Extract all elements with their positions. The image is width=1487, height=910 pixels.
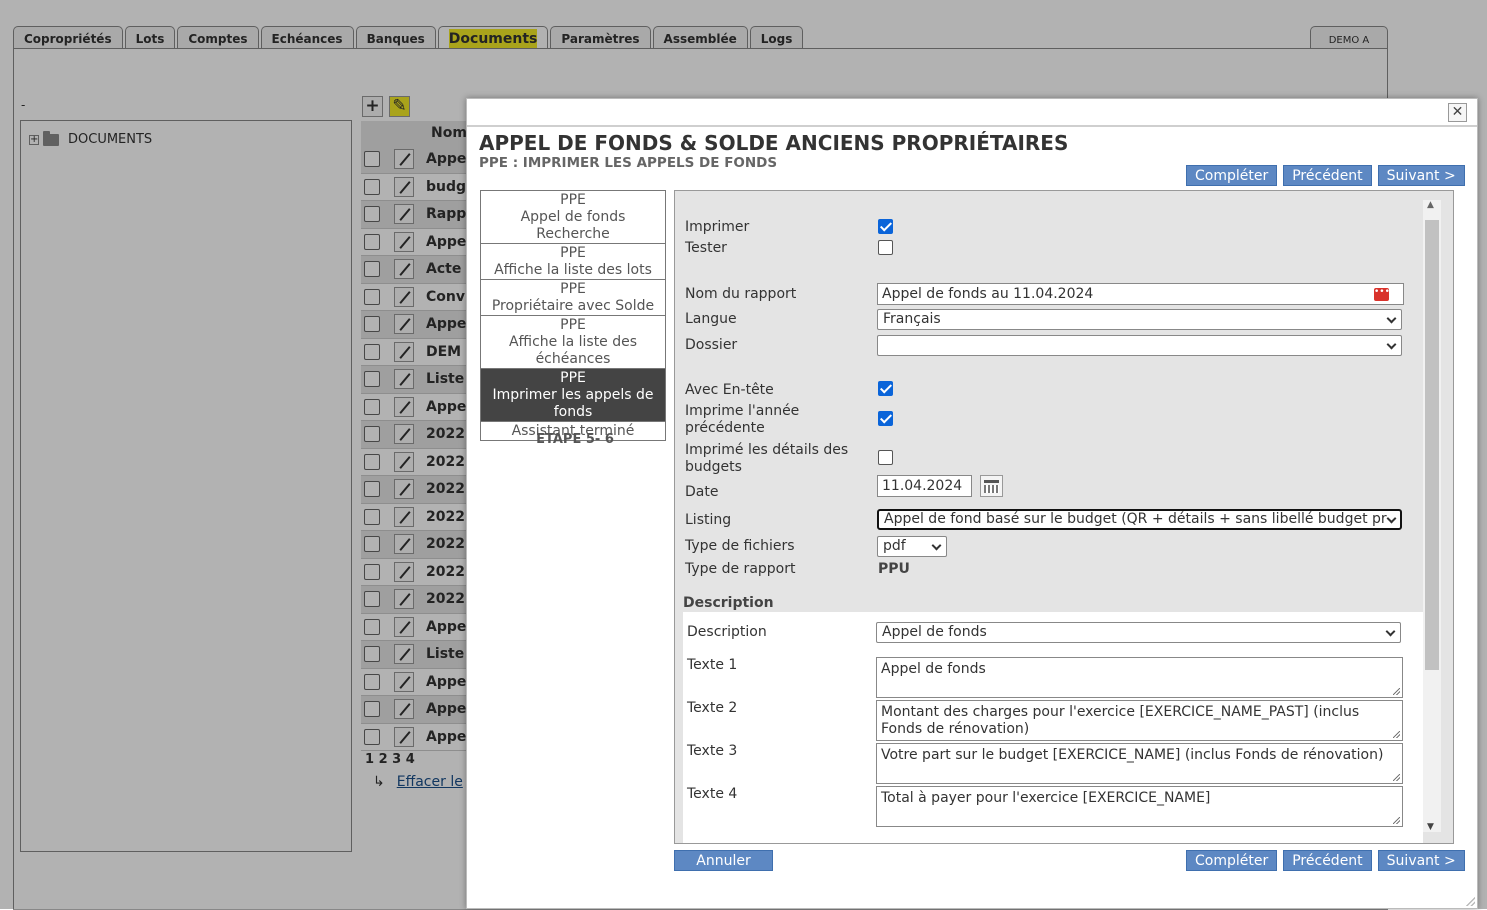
listing-select[interactable]: Appel de fond basé sur le budget (QR + d…: [877, 509, 1402, 530]
resize-grip-icon[interactable]: [1466, 897, 1475, 906]
description-select[interactable]: Appel de fonds: [876, 622, 1401, 643]
text1-label: Texte 1: [687, 657, 738, 673]
language-select[interactable]: Français: [877, 309, 1402, 330]
text1-textarea[interactable]: Appel de fonds: [876, 657, 1403, 698]
step-title: Affiche la liste des lots: [494, 262, 652, 278]
text3-textarea[interactable]: Votre part sur le budget [EXERCICE_NAME]…: [876, 743, 1403, 784]
chevron-down-icon: [1386, 339, 1397, 350]
chevron-down-icon: [1386, 513, 1397, 524]
form-panel: Imprimer Tester Nom du rapport Appel de …: [674, 190, 1454, 844]
print-checkbox[interactable]: [878, 219, 893, 234]
next-button[interactable]: Suivant >: [1377, 850, 1465, 871]
prev-year-label: Imprime l'année précédente: [685, 403, 800, 436]
date-input[interactable]: 11.04.2024: [877, 475, 972, 497]
budget-details-checkbox[interactable]: [878, 450, 893, 465]
chevron-down-icon: [931, 540, 942, 551]
step-category: PPE: [560, 317, 586, 333]
previous-button[interactable]: Précédent: [1283, 850, 1372, 871]
chevron-down-icon: [1386, 313, 1397, 324]
complete-button[interactable]: Compléter: [1186, 165, 1278, 186]
dialog-title: APPEL DE FONDS & SOLDE ANCIENS PROPRIÉTA…: [479, 131, 1069, 155]
print-label: Imprimer: [685, 219, 750, 235]
wizard-buttons-top: Compléter Précédent Suivant >: [1186, 165, 1465, 186]
step-title: Imprimer les appels de fonds: [492, 387, 654, 420]
report-type-label: Type de rapport: [685, 561, 796, 577]
budget-details-label: Imprimé les détails des budgets: [685, 442, 849, 475]
folder-label: Dossier: [685, 337, 738, 353]
text-picker-icon[interactable]: •••: [1374, 288, 1390, 301]
text4-label: Texte 4: [687, 786, 738, 802]
test-label: Tester: [685, 240, 727, 256]
scrollbar-thumb[interactable]: [1425, 220, 1439, 670]
wizard-buttons-bottom: Compléter Précédent Suivant >: [1186, 850, 1465, 871]
step-counter: ETAPE 5- 6: [536, 432, 614, 447]
scroll-down-icon[interactable]: ▼: [1427, 822, 1434, 832]
step-4[interactable]: PPE Affiche la liste des échéances: [481, 315, 665, 368]
complete-button[interactable]: Compléter: [1186, 850, 1278, 871]
test-checkbox[interactable]: [878, 240, 893, 255]
language-value: Français: [883, 311, 941, 327]
listing-label: Listing: [685, 512, 732, 528]
step-category: PPE: [560, 281, 586, 297]
prev-year-checkbox[interactable]: [878, 411, 893, 426]
description-section-title: Description: [683, 595, 774, 611]
step-category: PPE: [560, 192, 586, 208]
header-label: Avec En-tête: [685, 382, 774, 398]
step-category: PPE: [560, 370, 586, 386]
language-label: Langue: [685, 311, 737, 327]
close-button[interactable]: ✕: [1448, 103, 1467, 122]
file-type-select[interactable]: pdf: [877, 536, 947, 557]
step-title: Appel de fonds Recherche: [520, 209, 626, 242]
folder-select[interactable]: [877, 335, 1402, 356]
dialog-subtitle: PPE : IMPRIMER LES APPELS DE FONDS: [479, 155, 778, 171]
wizard-steps: PPE Appel de fonds Recherche PPE Affiche l…: [480, 190, 666, 441]
description-value: Appel de fonds: [882, 624, 987, 640]
text2-label: Texte 2: [687, 700, 738, 716]
calendar-icon[interactable]: [980, 475, 1003, 497]
step-category: PPE: [560, 245, 586, 261]
file-type-label: Type de fichiers: [685, 538, 795, 554]
wizard-dialog: ✕ APPEL DE FONDS & SOLDE ANCIENS PROPRIÉ…: [466, 98, 1478, 909]
next-button[interactable]: Suivant >: [1377, 165, 1465, 186]
scroll-up-icon[interactable]: ▲: [1427, 200, 1434, 210]
report-type-value: PPU: [878, 561, 910, 577]
listing-value: Appel de fond basé sur le budget (QR + d…: [884, 511, 1387, 527]
report-name-label: Nom du rapport: [685, 286, 797, 302]
step-3[interactable]: PPE Propriétaire avec Solde: [481, 279, 665, 315]
form-scrollbar[interactable]: ▲ ▼: [1423, 200, 1441, 832]
description-section: Description Appel de fonds Texte 1 Appel…: [683, 612, 1423, 843]
text2-textarea[interactable]: Montant des charges pour l'exercice [EXE…: [876, 700, 1403, 741]
description-select-label: Description: [687, 624, 767, 640]
report-name-input[interactable]: Appel de fonds au 11.04.2024 •••: [877, 283, 1404, 305]
step-title: Affiche la liste des échéances: [508, 334, 638, 367]
date-label: Date: [685, 484, 719, 500]
chevron-down-icon: [1385, 626, 1396, 637]
header-checkbox[interactable]: [878, 381, 893, 396]
step-1[interactable]: PPE Appel de fonds Recherche: [481, 191, 665, 243]
text4-textarea[interactable]: Total à payer pour l'exercice [EXERCICE_…: [876, 786, 1403, 827]
previous-button[interactable]: Précédent: [1283, 165, 1372, 186]
dialog-titlebar: ✕: [467, 99, 1477, 127]
file-type-value: pdf: [883, 538, 906, 554]
step-title: Propriétaire avec Solde: [491, 298, 655, 314]
text3-label: Texte 3: [687, 743, 738, 759]
report-name-value: Appel de fonds au 11.04.2024: [882, 286, 1094, 302]
cancel-button[interactable]: Annuler: [674, 850, 773, 871]
step-5-active[interactable]: PPE Imprimer les appels de fonds: [481, 368, 665, 421]
step-2[interactable]: PPE Affiche la liste des lots: [481, 243, 665, 279]
